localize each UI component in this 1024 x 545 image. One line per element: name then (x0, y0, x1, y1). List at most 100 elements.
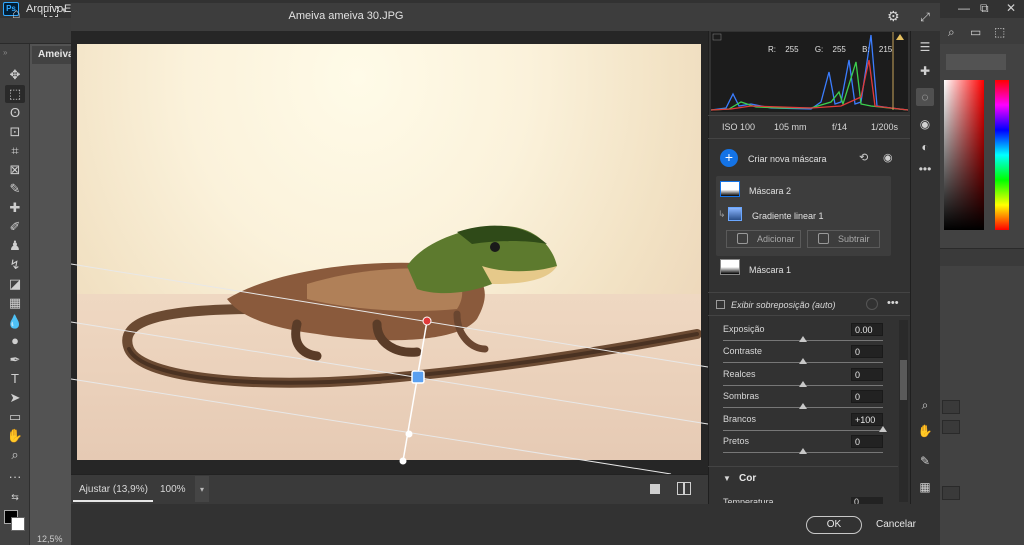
type-tool-icon[interactable]: T (5, 370, 25, 388)
before-after-icon[interactable] (677, 482, 691, 495)
blue-value: B: 215 (862, 45, 893, 54)
panel-dropdown[interactable] (942, 400, 960, 414)
color-section-title[interactable]: Cor (739, 473, 756, 484)
heal-icon[interactable]: ✚ (916, 62, 934, 80)
overlay-checkbox[interactable] (716, 300, 725, 309)
color-picker-field[interactable] (944, 80, 984, 230)
object-select-tool-icon[interactable]: ⊡ (5, 123, 25, 141)
ok-button[interactable]: OK (806, 516, 862, 534)
slider-value-input[interactable]: 0 (851, 368, 883, 381)
hand-icon[interactable]: ✋ (916, 422, 934, 440)
gradient-handle-top[interactable] (422, 316, 432, 326)
history-brush-icon[interactable]: ↯ (5, 256, 25, 274)
slider-thumb[interactable] (799, 358, 807, 364)
color-panel-tab[interactable] (946, 54, 1006, 70)
path-select-tool-icon[interactable]: ➤ (5, 389, 25, 407)
presets-icon[interactable]: ◐ (916, 138, 934, 156)
panel-dropdown[interactable] (942, 486, 960, 500)
slider-thumb[interactable] (879, 426, 887, 432)
marquee-tool-icon[interactable]: ⬚ (5, 85, 25, 103)
masking-icon[interactable]: ◌ (916, 88, 934, 106)
cancel-button[interactable]: Cancelar (871, 516, 921, 534)
home-icon[interactable]: ⌂ (12, 5, 20, 21)
more-icon[interactable]: ••• (916, 160, 934, 178)
single-view-icon[interactable] (650, 484, 660, 494)
chevron-down-icon[interactable]: ▾ (62, 5, 67, 16)
more-tools-icon[interactable]: ··· (5, 468, 25, 486)
slider-thumb[interactable] (799, 336, 807, 342)
linear-gradient-overlay[interactable] (71, 31, 708, 474)
blur-tool-icon[interactable]: 💧 (5, 313, 25, 331)
minimize-icon[interactable]: — (958, 1, 970, 15)
slider-value-input[interactable]: 0 (851, 435, 883, 448)
mask-2-label[interactable]: Máscara 2 (749, 186, 791, 196)
reset-icon[interactable]: ⟲ (859, 151, 868, 164)
panel-header (940, 248, 1024, 266)
add-mask-icon[interactable]: + (720, 149, 738, 167)
redeye-icon[interactable]: ◉ (916, 115, 934, 133)
chevron-down-icon[interactable]: ▼ (723, 474, 731, 483)
overlay-color-icon[interactable] (866, 298, 878, 310)
move-tool-icon[interactable]: ✥ (5, 66, 25, 84)
panel-dropdown[interactable] (942, 420, 960, 434)
workspace-icon[interactable]: ▭ (970, 25, 981, 39)
temperature-value[interactable]: 0 (851, 497, 883, 504)
zoom-icon[interactable]: ⌕ (916, 396, 934, 414)
create-mask-label[interactable]: Criar nova máscara (748, 154, 827, 164)
gradient-handle-bottom[interactable] (399, 457, 407, 465)
slider-value-input[interactable]: 0 (851, 390, 883, 403)
share-icon[interactable]: ⬚ (994, 25, 1005, 39)
gear-icon[interactable]: ⚙ (887, 8, 900, 25)
crop-tool-icon[interactable]: ⌗ (5, 142, 25, 160)
search-icon[interactable]: ⌕ (948, 25, 955, 40)
healing-tool-icon[interactable]: ✚ (5, 199, 25, 217)
color-section-header[interactable] (708, 466, 898, 494)
edit-sliders-icon[interactable]: ☰ (916, 38, 934, 56)
pen-tool-icon[interactable]: ✒ (5, 351, 25, 369)
eyedropper-tool-icon[interactable]: ✎ (5, 180, 25, 198)
slider-thumb[interactable] (799, 448, 807, 454)
slider-thumb[interactable] (799, 403, 807, 409)
fit-zoom-button[interactable]: Ajustar (13,9%) (73, 476, 153, 502)
background-color-swatch[interactable] (11, 517, 25, 531)
close-icon[interactable]: ✕ (1006, 1, 1016, 15)
linear-gradient-label[interactable]: Gradiente linear 1 (752, 211, 824, 221)
slider-thumb[interactable] (799, 381, 807, 387)
mask-2-thumbnail[interactable] (720, 181, 740, 197)
toolbar-collapse-icon[interactable]: » (3, 48, 7, 57)
panel-scrollbar[interactable] (899, 320, 908, 502)
grid-icon[interactable]: ▦ (916, 478, 934, 496)
brush-tool-icon[interactable]: ✐ (5, 218, 25, 236)
swap-colors-icon[interactable]: ⇆ (5, 488, 25, 506)
zoom-100-button[interactable]: 100% (154, 476, 194, 502)
mask-1-thumbnail[interactable] (720, 259, 740, 275)
frame-tool-icon[interactable]: ⊠ (5, 161, 25, 179)
gradient-handle-mid[interactable] (405, 430, 413, 438)
lasso-tool-icon[interactable]: ʘ (5, 104, 25, 122)
restore-icon[interactable]: ⧉ (980, 1, 989, 16)
zoom-tool-icon[interactable]: ⌕ (5, 446, 25, 464)
gradient-center-pin[interactable] (411, 370, 425, 384)
gradient-tool-icon[interactable]: ▦ (5, 294, 25, 312)
chevron-down-icon[interactable]: ▾ (195, 476, 209, 502)
eraser-tool-icon[interactable]: ◪ (5, 275, 25, 293)
slider-value-input[interactable]: 0 (851, 345, 883, 358)
hue-slider[interactable] (995, 80, 1009, 230)
mask-1-label[interactable]: Máscara 1 (749, 265, 791, 275)
slider-track[interactable] (723, 430, 883, 431)
color-sampler-icon[interactable]: ✎ (916, 452, 934, 470)
document-tab[interactable]: Ameiva a (32, 46, 72, 64)
stamp-tool-icon[interactable]: ♟ (5, 237, 25, 255)
scrollbar-thumb[interactable] (900, 360, 907, 400)
linear-gradient-icon[interactable] (728, 207, 742, 221)
overlay-label[interactable]: Exibir sobreposição (auto) (731, 300, 836, 310)
slider-value-input[interactable]: +100 (851, 413, 883, 426)
more-options-icon[interactable]: ••• (887, 297, 899, 309)
dodge-tool-icon[interactable]: ● (5, 332, 25, 350)
slider-value-input[interactable]: 0.00 (851, 323, 883, 336)
fullscreen-icon[interactable]: ⤢ (916, 8, 934, 26)
eye-icon[interactable]: ◉ (883, 151, 893, 164)
shape-tool-icon[interactable]: ▭ (5, 408, 25, 426)
hand-tool-icon[interactable]: ✋ (5, 427, 25, 445)
marquee-option-icon[interactable] (44, 6, 58, 17)
